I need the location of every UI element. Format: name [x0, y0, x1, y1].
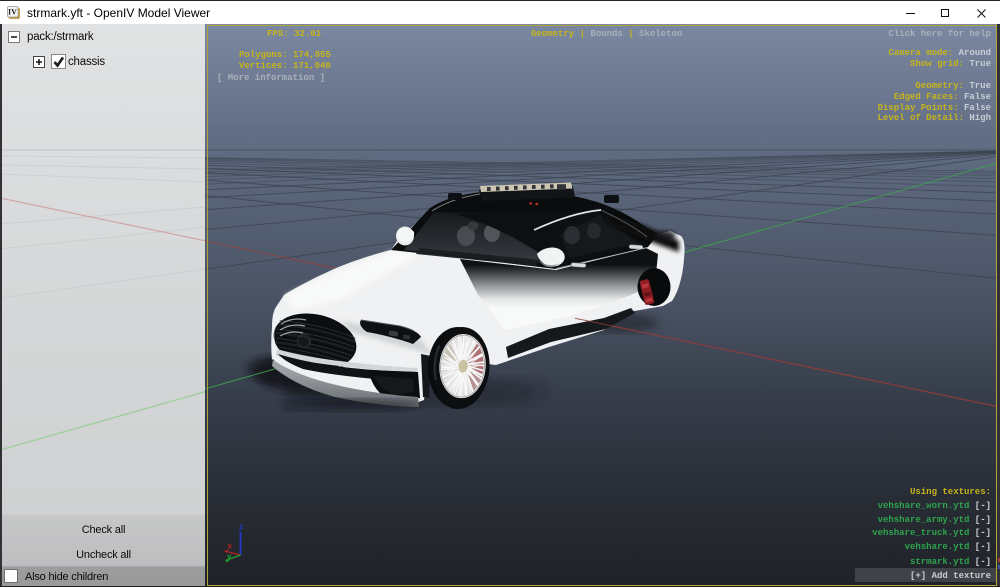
svg-text:IV: IV	[8, 8, 17, 17]
